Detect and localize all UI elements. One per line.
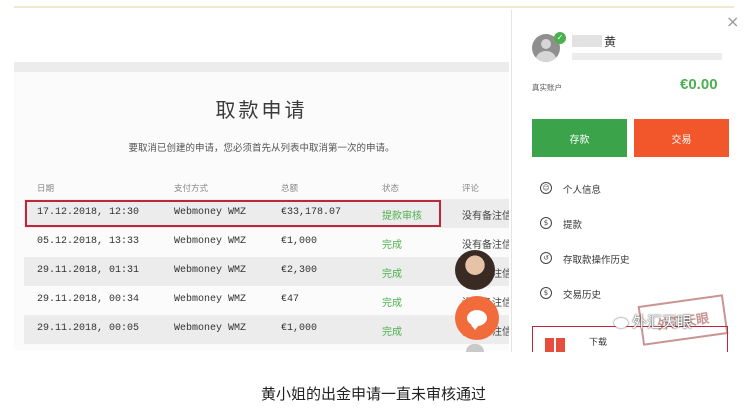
gray-band xyxy=(14,62,509,72)
col-amount: 总额 xyxy=(281,184,299,194)
cell-method: Webmoney WMZ xyxy=(174,323,247,334)
history-icon: ↺ xyxy=(540,252,552,264)
dollar-history-icon: $ xyxy=(540,287,552,299)
dollar-circle-icon: $ xyxy=(540,217,552,229)
trade-button[interactable]: 交易 xyxy=(634,119,729,157)
table-row[interactable]: 05.12.2018, 13:33 Webmoney WMZ €1,000 完成… xyxy=(24,228,509,257)
col-date: 日期 xyxy=(37,184,55,194)
chat-button[interactable] xyxy=(455,296,499,340)
cell-method: Webmoney WMZ xyxy=(174,265,247,276)
col-comment: 评论 xyxy=(462,184,480,194)
col-method: 支付方式 xyxy=(174,184,209,194)
cell-date: 05.12.2018, 13:33 xyxy=(37,236,140,247)
top-divider xyxy=(14,6,734,8)
support-avatar[interactable] xyxy=(455,250,495,290)
menu-item-label: 交易历史 xyxy=(563,290,602,301)
col-status: 状态 xyxy=(382,184,400,194)
table-row[interactable]: 29.11.2018, 01:31 Webmoney WMZ €2,300 完成… xyxy=(24,257,509,286)
windows-icon xyxy=(545,338,565,352)
cell-amount: €1,000 xyxy=(281,323,318,334)
account-balance: €0.00 xyxy=(680,76,718,93)
close-icon[interactable]: × xyxy=(726,12,739,31)
table-row[interactable]: 29.11.2018, 00:34 Webmoney WMZ €47 完成 没有… xyxy=(24,286,509,315)
highlight-box xyxy=(25,200,441,227)
cell-date: 29.11.2018, 00:05 xyxy=(37,323,140,334)
chat-bubble-icon xyxy=(467,310,487,330)
cell-date: 29.11.2018, 00:34 xyxy=(37,294,140,305)
image-caption: 黄小姐的出金申请一直未审核通过 xyxy=(260,385,486,403)
table-header: 日期 支付方式 总额 状态 评论 xyxy=(24,178,509,198)
cell-amount: €2,300 xyxy=(281,265,318,276)
cell-amount: €1,000 xyxy=(281,236,318,247)
verified-check-icon: ✓ xyxy=(554,32,566,44)
menu-item-label: 存取款操作历史 xyxy=(563,255,630,266)
cell-date: 29.11.2018, 01:31 xyxy=(37,265,140,276)
wechat-icon xyxy=(614,317,628,328)
cell-comment: 没有备注信 xyxy=(462,240,509,251)
cell-status: 完成 xyxy=(382,240,402,251)
cell-method: Webmoney WMZ xyxy=(174,236,247,247)
page-title: 取款申请 xyxy=(215,98,308,122)
table-row[interactable]: 29.11.2018, 00:05 Webmoney WMZ €1,000 完成… xyxy=(24,315,509,344)
cell-method: Webmoney WMZ xyxy=(174,294,247,305)
download-label: 下载 xyxy=(589,338,608,348)
cell-status: 完成 xyxy=(382,298,402,309)
watermark: 外汇天眼 xyxy=(614,311,692,332)
screenshot: 取款申请 要取消已创建的申请，您必须首先从列表中取消第一次的申请。 日期 支付方… xyxy=(0,0,747,411)
account-type-label: 真实账户 xyxy=(532,83,562,92)
cell-status: 完成 xyxy=(382,327,402,338)
menu-item-label: 提款 xyxy=(563,220,583,231)
name-blurred xyxy=(572,35,602,47)
user-name: 黄 xyxy=(604,35,617,49)
header-space xyxy=(14,10,509,62)
cell-amount: €47 xyxy=(281,294,300,305)
cell-comment: 没有备注信 xyxy=(462,211,509,222)
watermark-text: 外汇天眼 xyxy=(632,313,693,331)
menu-item-label: 个人信息 xyxy=(563,185,602,196)
page-notice: 要取消已创建的申请，您必须首先从列表中取消第一次的申请。 xyxy=(128,143,395,154)
scroll-top-button[interactable] xyxy=(466,344,484,352)
user-circle-icon: ☺ xyxy=(540,182,552,194)
deposit-button[interactable]: 存款 xyxy=(532,119,627,157)
cell-status: 完成 xyxy=(382,269,402,280)
email-blurred xyxy=(572,53,722,60)
